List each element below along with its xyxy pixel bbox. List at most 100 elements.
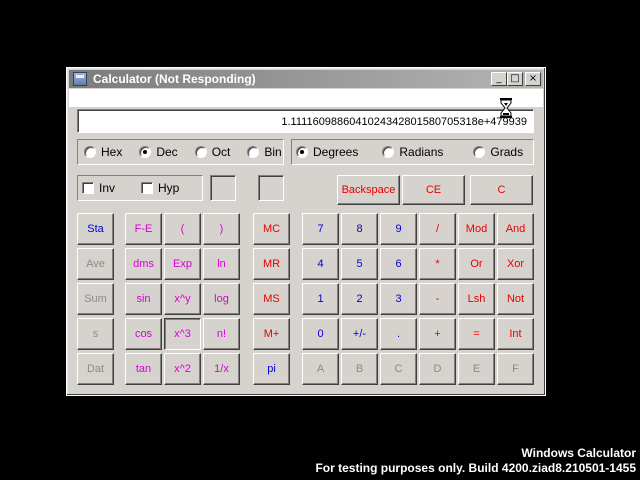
stat-button-s[interactable]: s [77,318,114,350]
radio-bin-dot [247,146,260,158]
sci-button-ln[interactable]: ln [203,248,240,280]
key-int[interactable]: Int [497,318,534,350]
inv-checkbox[interactable]: Inv [82,181,115,195]
clear-entry-button[interactable]: CE [402,175,465,205]
radio-dec-dot [139,146,152,158]
sci-button-x-cubed[interactable]: x^3 [164,318,201,350]
radio-radians-label: Radians [399,145,444,159]
radio-oct-label: Oct [211,145,231,159]
key-not[interactable]: Not [497,283,534,315]
sci-button-tan[interactable]: tan [125,353,162,385]
sci-button-open-paren[interactable]: ( [164,213,201,245]
key-divide[interactable]: / [419,213,456,245]
memory-store-button[interactable]: MS [253,283,290,315]
radio-oct[interactable]: Oct [194,145,231,159]
radio-hex[interactable]: Hex [84,145,122,159]
radio-dec[interactable]: Dec [139,145,178,159]
radio-bin-label: Bin [264,145,282,159]
sci-button-dms[interactable]: dms [125,248,162,280]
radio-radians-dot [382,146,395,158]
key-and[interactable]: And [497,213,534,245]
key-6[interactable]: 6 [380,248,417,280]
key-0[interactable]: 0 [302,318,339,350]
modifier-group: Inv Hyp [77,175,203,201]
key-add[interactable]: + [419,318,456,350]
key-hex-a[interactable]: A [302,353,339,385]
radio-oct-dot [194,146,207,158]
sci-button-f-e[interactable]: F-E [125,213,162,245]
angle-mode-group: Degrees Radians Grads [291,139,534,165]
stat-button-sum[interactable]: Sum [77,283,114,315]
key-7[interactable]: 7 [302,213,339,245]
key-or[interactable]: Or [458,248,495,280]
key-negate[interactable]: +/- [341,318,378,350]
radio-grads-dot [473,146,486,158]
inv-label: Inv [99,181,116,195]
key-decimal[interactable]: . [380,318,417,350]
sci-button-x-pow-y[interactable]: x^y [164,283,201,315]
radio-degrees-dot [296,146,308,158]
calculator-window: Calculator (Not Responding) _ □ × 1.1111… [66,67,546,396]
calculator-icon [73,72,87,86]
radio-degrees[interactable]: Degrees [296,145,358,159]
memory-indicator [258,175,284,201]
sci-button-exp[interactable]: Exp [164,248,201,280]
pi-button[interactable]: pi [253,353,290,385]
key-5[interactable]: 5 [341,248,378,280]
maximize-button[interactable]: □ [507,72,523,86]
parenthesis-indicator [210,175,236,201]
key-equals[interactable]: = [458,318,495,350]
close-button[interactable]: × [525,72,541,86]
menu-bar [69,89,543,107]
backspace-button[interactable]: Backspace [337,175,400,205]
minimize-button[interactable]: _ [491,72,507,86]
key-hex-d[interactable]: D [419,353,456,385]
stat-button-sta[interactable]: Sta [77,213,114,245]
memory-clear-button[interactable]: MC [253,213,290,245]
title-bar[interactable]: Calculator (Not Responding) _ □ × [69,70,543,88]
radio-degrees-label: Degrees [313,145,359,159]
sci-button-cos[interactable]: cos [125,318,162,350]
hyp-label: Hyp [158,181,180,195]
key-multiply[interactable]: * [419,248,456,280]
inv-checkbox-box [82,182,94,194]
memory-recall-button[interactable]: MR [253,248,290,280]
key-2[interactable]: 2 [341,283,378,315]
key-xor[interactable]: Xor [497,248,534,280]
key-lsh[interactable]: Lsh [458,283,495,315]
key-hex-e[interactable]: E [458,353,495,385]
memory-add-button[interactable]: M+ [253,318,290,350]
sci-button-reciprocal[interactable]: 1/x [203,353,240,385]
key-hex-c[interactable]: C [380,353,417,385]
key-mod[interactable]: Mod [458,213,495,245]
hyp-checkbox-box [141,182,154,194]
radio-hex-dot [84,146,96,158]
radio-dec-label: Dec [156,145,178,159]
sci-button-factorial[interactable]: n! [203,318,240,350]
hyp-checkbox[interactable]: Hyp [141,181,179,195]
footer-build: For testing purposes only. Build 4200.zi… [315,461,636,475]
result-display: 1.1111609886041024342801580705318e+47993… [77,109,534,133]
stat-button-ave[interactable]: Ave [77,248,114,280]
key-9[interactable]: 9 [380,213,417,245]
key-8[interactable]: 8 [341,213,378,245]
key-1[interactable]: 1 [302,283,339,315]
sci-button-log[interactable]: log [203,283,240,315]
key-hex-b[interactable]: B [341,353,378,385]
radio-bin[interactable]: Bin [247,145,282,159]
radio-grads-label: Grads [490,145,524,159]
radio-grads[interactable]: Grads [473,145,523,159]
radio-radians[interactable]: Radians [382,145,443,159]
key-hex-f[interactable]: F [497,353,534,385]
key-3[interactable]: 3 [380,283,417,315]
footer-watermark: Windows Calculator For testing purposes … [315,446,636,476]
key-subtract[interactable]: - [419,283,456,315]
sci-button-sin[interactable]: sin [125,283,162,315]
clear-button[interactable]: C [470,175,533,205]
hourglass-cursor-icon [500,98,512,118]
number-system-group: Hex Dec Oct Bin [77,139,284,165]
stat-button-dat[interactable]: Dat [77,353,114,385]
key-4[interactable]: 4 [302,248,339,280]
sci-button-x-squared[interactable]: x^2 [164,353,201,385]
sci-button-close-paren[interactable]: ) [203,213,240,245]
